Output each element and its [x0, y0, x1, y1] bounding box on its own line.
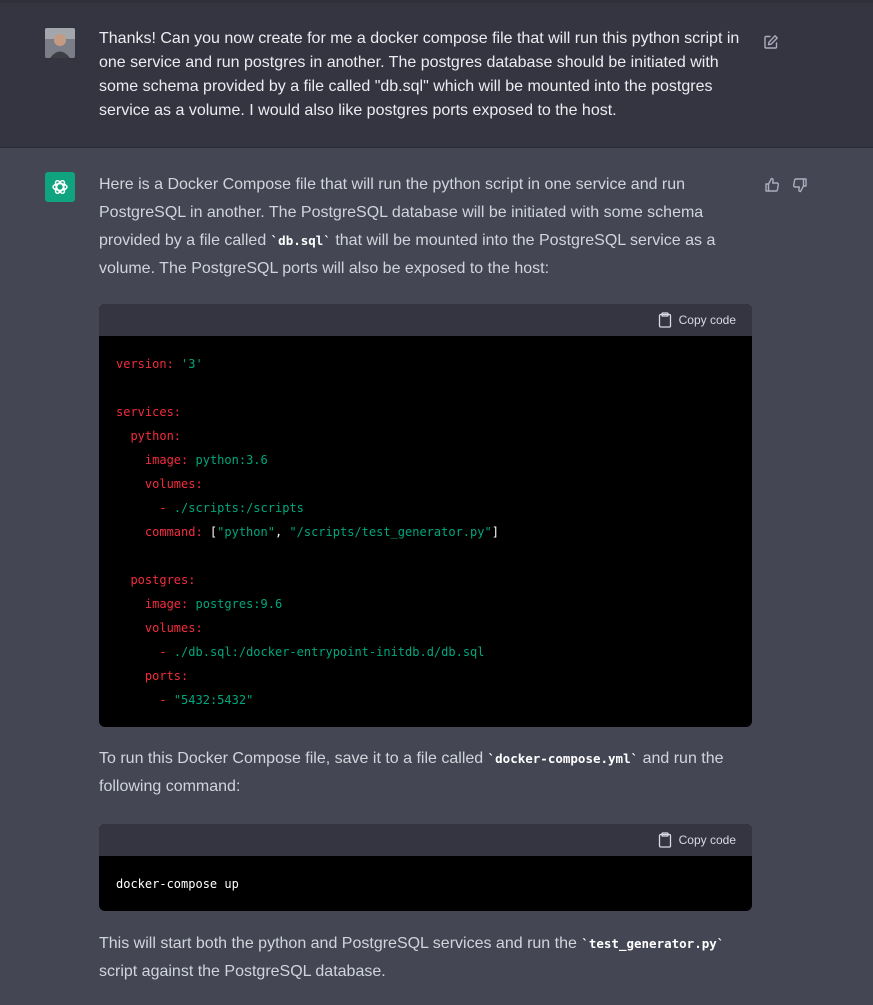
code-line: python: [116, 424, 735, 448]
code-string: postgres:9.6 [195, 597, 283, 611]
code-key: image: [144, 453, 189, 467]
code-string: "5432:5432" [173, 693, 254, 707]
inline-code: `test_generator.py` [581, 936, 725, 951]
code-punct [188, 597, 195, 611]
code-punct [188, 453, 195, 467]
code-punct [116, 429, 130, 443]
code-punct [116, 453, 145, 467]
copy-code-button[interactable]: Copy code [658, 312, 736, 328]
code-punct [116, 501, 159, 515]
text: This will start both the python and Post… [99, 935, 582, 952]
user-message-text: Thanks! Can you now create for me a dock… [99, 27, 759, 123]
code-punct [116, 669, 145, 683]
text: To run this Docker Compose file, save it… [99, 750, 488, 767]
code-header: Copy code [99, 824, 752, 856]
code-line: image: python:3.6 [116, 448, 735, 472]
code-key: postgres: [130, 573, 196, 587]
code-punct [116, 621, 145, 635]
thumbs-down-icon[interactable] [792, 177, 808, 193]
user-message: Thanks! Can you now create for me a dock… [0, 3, 873, 148]
intro-paragraph: Here is a Docker Compose file that will … [99, 171, 749, 283]
copy-code-label: Copy code [678, 833, 736, 847]
code-block: Copy code version: '3' services: python:… [99, 304, 752, 727]
inline-code: `db.sql` [270, 233, 331, 248]
code-punct [116, 477, 145, 491]
code-key: version: [116, 357, 174, 371]
code-punct [116, 573, 130, 587]
code-key: - [159, 501, 167, 515]
code-line: - "5432:5432" [116, 688, 735, 712]
code-header: Copy code [99, 304, 752, 336]
code-line: command: ["python", "/scripts/test_gener… [116, 520, 735, 544]
clipboard-icon [658, 312, 671, 328]
code-punct [167, 501, 174, 515]
code-key: command: [144, 525, 203, 539]
code-line: postgres: [116, 568, 735, 592]
code-punct [116, 693, 159, 707]
code-line: - ./db.sql:/docker-entrypoint-initdb.d/d… [116, 640, 735, 664]
code-line: version: '3' [116, 352, 735, 376]
code-punct: [ [202, 525, 218, 539]
code-content: docker-compose up [99, 856, 752, 911]
code-key: ports: [144, 669, 189, 683]
openai-logo-icon [45, 172, 75, 202]
code-line: ports: [116, 664, 735, 688]
code-string: "python" [217, 525, 275, 539]
code-punct: ] [491, 525, 499, 539]
code-string: ./db.sql:/docker-entrypoint-initdb.d/db.… [173, 645, 485, 659]
user-avatar [45, 28, 75, 58]
code-line: services: [116, 400, 735, 424]
user-line: some schema provided by a file called "d… [99, 78, 713, 95]
code-key: image: [144, 597, 189, 611]
code-key: volumes: [144, 621, 203, 635]
code-line: - ./scripts:/scripts [116, 496, 735, 520]
code-string: ./scripts:/scripts [173, 501, 304, 515]
code-line: volumes: [116, 616, 735, 640]
code-string: python:3.6 [195, 453, 268, 467]
thumbs-up-icon[interactable] [764, 177, 780, 193]
code-key: python: [130, 429, 182, 443]
code-block: Copy code docker-compose up [99, 824, 752, 911]
code-line: docker-compose up [116, 877, 239, 891]
edit-icon[interactable] [763, 34, 779, 50]
code-punct [167, 645, 174, 659]
code-punct [116, 525, 145, 539]
code-punct [116, 597, 145, 611]
code-line: image: postgres:9.6 [116, 592, 735, 616]
text: script against the PostgreSQL database. [99, 963, 386, 980]
code-punct [174, 357, 181, 371]
inline-code: `docker-compose.yml` [487, 751, 639, 766]
code-string: '3' [181, 357, 203, 371]
clipboard-icon [658, 832, 671, 848]
code-punct: , [274, 525, 290, 539]
code-key: volumes: [144, 477, 203, 491]
code-punct [167, 693, 174, 707]
assistant-message: Here is a Docker Compose file that will … [0, 148, 873, 1005]
code-line: volumes: [116, 472, 735, 496]
run-paragraph: To run this Docker Compose file, save it… [99, 745, 749, 801]
code-key: - [159, 645, 167, 659]
code-string: "/scripts/test_generator.py" [289, 525, 492, 539]
summary-paragraph: This will start both the python and Post… [99, 930, 749, 986]
code-content: version: '3' services: python: image: py… [99, 336, 752, 727]
code-punct [116, 645, 159, 659]
copy-code-label: Copy code [678, 313, 736, 327]
user-line: Thanks! Can you now create for me a dock… [99, 30, 740, 47]
code-key: - [159, 693, 167, 707]
user-line: one service and run postgres in another.… [99, 54, 719, 71]
user-line: service as a volume. I would also like p… [99, 102, 617, 119]
copy-code-button[interactable]: Copy code [658, 832, 736, 848]
code-key: services: [116, 405, 182, 419]
